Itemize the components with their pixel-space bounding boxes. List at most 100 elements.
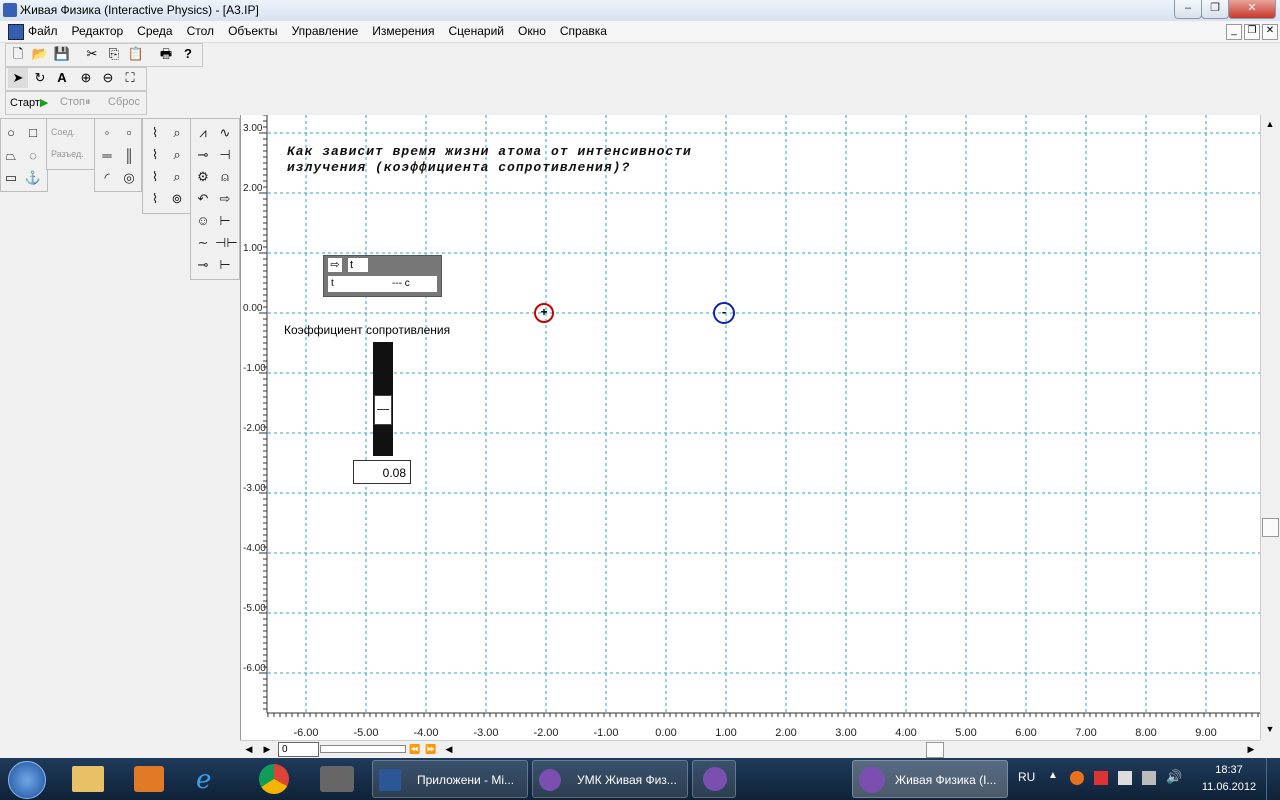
taskbar-item-word[interactable]: Приложени - Mi... [372,760,528,798]
taskbar-item-umk[interactable]: УМК Живая Физ... [532,760,688,798]
rod-tool-icon[interactable]: ⌇ [145,145,165,165]
frame-number-field[interactable]: 0 [278,742,319,757]
help-icon[interactable]: ? [178,44,198,64]
start-orb-icon[interactable] [8,761,46,799]
copy-icon[interactable]: ⎘ [104,44,124,64]
frame-forward-icon[interactable]: ▶ [260,742,274,756]
curved-tool-icon[interactable]: ◌ [23,146,43,166]
menu-world[interactable]: Среда [137,24,172,38]
vertical-scrollbar[interactable]: ▲ ▼ [1260,115,1279,740]
taskbar-item-live-physics[interactable]: Живая Физика (I... [852,760,1008,798]
force-arrow-icon[interactable]: ⇨ [215,189,235,209]
taskbar-item-ip-small[interactable] [692,760,736,798]
damper-force-icon[interactable]: ⊸ [193,145,213,165]
hscroll-thumb[interactable] [926,742,944,758]
hscroll-left-icon[interactable]: ◀ [442,742,456,756]
tray-flag-icon[interactable] [1094,771,1108,785]
start-button[interactable]: Старт▶ [10,96,48,109]
workspace[interactable]: 3.00 2.00 1.00 0.00 -1.00 -2.00 -3.00 -4.00 -5.0… [240,115,1261,740]
chrome-icon[interactable] [259,764,289,794]
square-tool-icon[interactable]: ▭ [1,168,21,188]
anchor-tool-icon[interactable]: ⚓ [23,168,43,188]
clock-time[interactable]: 18:37 [1198,764,1260,776]
hscroll-right-icon[interactable]: ▶ [1244,742,1258,756]
minimize-button[interactable]: – [1174,0,1202,19]
torque-icon[interactable]: ↶ [193,189,213,209]
cut-icon[interactable]: ✂ [82,44,102,64]
maximize-button[interactable]: ❐ [1201,0,1229,19]
paste-icon[interactable]: 📋 [126,44,146,64]
save-icon[interactable]: 💾 [52,44,72,64]
frame-back-icon[interactable]: ◀ [242,742,256,756]
resistance-slider[interactable] [373,342,393,456]
spring-force-icon[interactable]: ⩘ [193,123,213,143]
ie-icon[interactable]: ℯ [196,764,228,794]
plug-icon[interactable]: ⊣ [215,145,235,165]
rope-tool-icon[interactable]: ⌇ [145,123,165,143]
circle-tool-icon[interactable]: ○ [1,123,21,143]
disconnect-button[interactable]: Разъед. [51,149,84,159]
reset-button[interactable]: Сброс [108,96,140,108]
tray-device-icon[interactable] [1118,771,1132,785]
rectangle-tool-icon[interactable]: □ [23,123,43,143]
bar-icon[interactable]: ⊢ [215,211,235,231]
menu-objects[interactable]: Объекты [228,24,278,38]
slider-thumb[interactable] [374,395,392,425]
menu-help[interactable]: Справка [560,24,607,38]
text-tool-icon[interactable]: A [52,68,72,88]
mdi-close-button[interactable]: ✕ [1262,24,1278,40]
pulley-tool-icon[interactable]: ⌕ [167,123,187,143]
tray-volume-icon[interactable]: 🔊 [1166,769,1182,785]
spring-tool-icon[interactable]: ⌇ [145,167,165,187]
vertical-slot-icon[interactable]: ║ [119,146,139,166]
vscroll-thumb[interactable] [1262,518,1279,537]
app-taskbar-icon[interactable] [320,766,354,792]
show-desktop-button[interactable] [1266,758,1280,800]
new-file-icon[interactable]: 🗋 [8,44,28,64]
frame-track[interactable] [320,745,406,753]
scroll-up-icon[interactable]: ▲ [1262,116,1278,132]
horizontal-slot-icon[interactable]: ═ [97,146,117,166]
doc-icon[interactable] [8,24,24,40]
gear-icon[interactable]: ⚙ [193,167,213,187]
close-button[interactable]: ✕ [1228,0,1276,19]
curved-slot-icon[interactable]: ◜ [97,168,117,188]
sine-icon[interactable]: ∼ [193,233,213,253]
point-tool-icon[interactable]: ◦ [97,123,117,143]
positive-charge[interactable]: + [534,303,554,323]
mdi-restore-button[interactable]: ❐ [1244,24,1260,40]
menu-edit[interactable]: Редактор [72,24,124,38]
time-meter[interactable]: ⇨ t t --- c [323,255,442,297]
menu-view[interactable]: Стол [187,24,214,38]
slider-value[interactable]: 0.08 [353,460,411,484]
capacitor-icon[interactable]: ⊣⊢ [215,233,238,253]
probe-icon[interactable]: ⊸ [193,255,213,275]
damper-tool-icon[interactable]: ⌕ [167,167,187,187]
menu-script[interactable]: Сценарий [449,24,504,38]
clock-date[interactable]: 11.06.2012 [1198,781,1260,793]
menu-window[interactable]: Окно [518,24,546,38]
negative-charge[interactable]: - [713,302,735,324]
explorer-icon[interactable] [72,766,104,792]
tray-expand-icon[interactable]: ▲ [1048,770,1058,781]
wave-icon[interactable]: ∿ [215,123,235,143]
meter-arrow-icon[interactable]: ⇨ [328,258,342,272]
ring-tool-icon[interactable]: ◎ [119,168,139,188]
scroll-down-icon[interactable]: ▼ [1262,721,1278,737]
line-icon[interactable]: ⊢ [215,255,235,275]
zoom-out-icon[interactable]: ⊖ [98,68,118,88]
media-player-icon[interactable] [134,766,164,792]
square-point-tool-icon[interactable]: ▫ [119,123,139,143]
zoom-in-icon[interactable]: ⊕ [76,68,96,88]
tray-avast-icon[interactable] [1070,771,1084,785]
motor-tool-icon[interactable]: ⊚ [167,189,187,209]
mdi-minimize-button[interactable]: _ [1226,24,1242,40]
arrow-select-icon[interactable]: ➤ [8,68,28,88]
zoom-fit-icon[interactable]: ⛶ [120,68,140,88]
actuator-tool-icon[interactable]: ⌇ [145,189,165,209]
connect-button[interactable]: Соед. [51,127,75,137]
print-icon[interactable]: 🖶 [156,44,176,64]
menu-measure[interactable]: Измерения [372,24,434,38]
menu-define[interactable]: Управление [292,24,359,38]
tape-end-icon[interactable]: ⏩ [424,742,438,756]
